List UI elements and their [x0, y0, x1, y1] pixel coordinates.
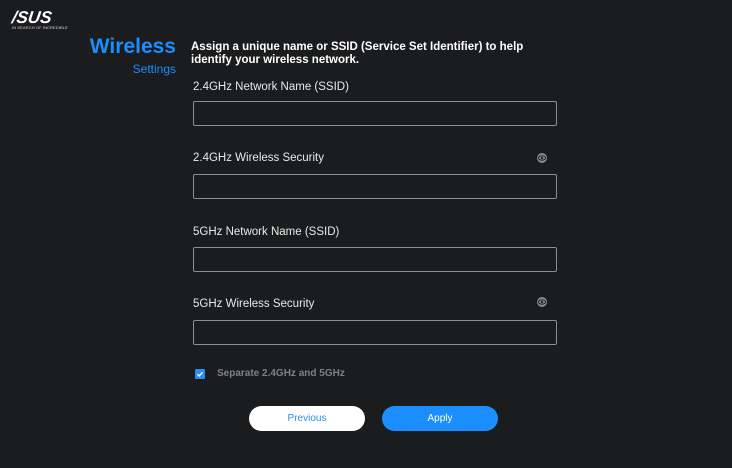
- ssid-24ghz-input[interactable]: [193, 101, 557, 126]
- security-5ghz-input[interactable]: [193, 320, 557, 345]
- intro-text: Assign a unique name or SSID (Service Se…: [191, 41, 524, 66]
- page-title: Wireless: [89, 35, 176, 58]
- ssid-5ghz-input[interactable]: [193, 247, 557, 272]
- ssid-5ghz-label: 5GHz Network Name (SSID): [193, 226, 340, 238]
- page-subtitle: Settings: [132, 62, 176, 76]
- previous-button[interactable]: Previous: [249, 406, 365, 431]
- section-heading: Wireless Settings: [60, 35, 176, 77]
- security-24ghz-label: 2.4GHz Wireless Security: [193, 152, 325, 164]
- security-5ghz-label: 5GHz Wireless Security: [193, 298, 315, 310]
- asus-logo: /SUS IN SEARCH OF INCREDIBLE: [10, 8, 74, 32]
- separate-bands-label: Separate 2.4GHz and 5GHz: [217, 368, 345, 379]
- eye-icon[interactable]: [537, 153, 547, 163]
- ssid-24ghz-label: 2.4GHz Network Name (SSID): [193, 81, 349, 93]
- eye-icon[interactable]: [537, 297, 547, 307]
- check-icon: [196, 371, 204, 377]
- separate-bands-checkbox[interactable]: [195, 369, 205, 379]
- apply-button[interactable]: Apply: [382, 406, 498, 431]
- security-24ghz-input[interactable]: [193, 174, 557, 199]
- logo-wordmark: /SUS: [10, 8, 54, 27]
